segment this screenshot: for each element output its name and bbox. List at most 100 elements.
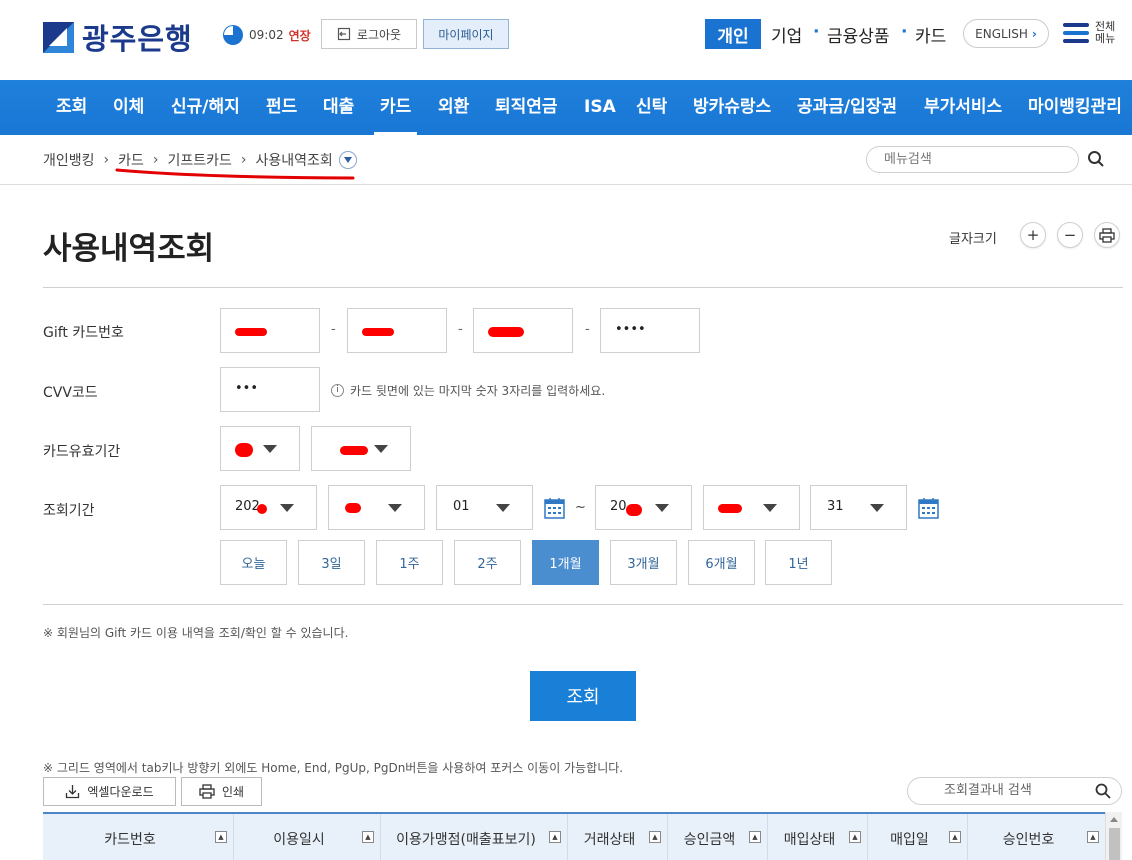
segment-personal[interactable]: 개인 (705, 19, 761, 49)
start-month-select[interactable] (328, 485, 425, 530)
gnb-item-extra-services[interactable]: 부가서비스 (924, 80, 1002, 135)
gnb-item-trust[interactable]: 신탁 (636, 80, 667, 135)
column-header-merchant[interactable]: 이용가맹점(매출표보기) ▲ (381, 814, 568, 860)
column-header-purchase-date[interactable]: 매입일 ▲ (868, 814, 968, 860)
gnb-item-bills-tickets[interactable]: 공과금/입장권 (797, 80, 897, 135)
column-header-transaction-status[interactable]: 거래상태 ▲ (568, 814, 668, 860)
all-menu-button[interactable]: 전체 메뉴 (1063, 20, 1121, 46)
result-search-input[interactable]: 조회결과내 검색 (907, 777, 1122, 805)
start-day-select[interactable]: 01 (436, 485, 533, 530)
cvv-field[interactable]: ••• (220, 367, 320, 412)
card-number-field-2[interactable] (347, 308, 447, 353)
bank-logo[interactable]: 광주은행 (43, 16, 193, 58)
end-month-select[interactable] (703, 485, 800, 530)
breadcrumb-item[interactable]: 개인뱅킹 (43, 150, 95, 170)
sort-icon[interactable]: ▲ (1087, 831, 1099, 843)
english-button[interactable]: ENGLISH › (963, 19, 1049, 48)
calendar-icon[interactable] (918, 497, 939, 519)
caret-down-icon (496, 504, 510, 512)
redaction-mark (488, 327, 524, 337)
sort-icon[interactable]: ▲ (849, 831, 861, 843)
redaction-mark (235, 328, 267, 336)
font-decrease-button[interactable]: − (1057, 222, 1083, 248)
redaction-mark (235, 443, 253, 457)
expiry-label: 카드유효기간 (43, 444, 121, 460)
expiry-month-select[interactable] (220, 426, 300, 471)
top-header: 광주은행 09:02 연장 로그아웃 마이페이지 개인 기업 · 금융상품 · … (0, 0, 1132, 80)
redaction-mark (345, 503, 361, 513)
scroll-thumb[interactable] (1109, 828, 1120, 860)
period-today-button[interactable]: 오늘 (220, 540, 287, 585)
extend-session-button[interactable]: 연장 (289, 27, 311, 44)
gnb-item-loan[interactable]: 대출 (323, 80, 354, 135)
hamburger-icon (1063, 23, 1089, 43)
chevron-down-icon (343, 157, 352, 163)
gnb-item-transfer[interactable]: 이체 (113, 80, 144, 135)
redaction-mark (626, 504, 642, 516)
period-2weeks-button[interactable]: 2주 (454, 540, 521, 585)
period-6months-button[interactable]: 6개월 (688, 540, 755, 585)
clock-icon (223, 25, 243, 45)
end-day-select[interactable]: 31 (810, 485, 907, 530)
sort-icon[interactable]: ▲ (749, 831, 761, 843)
gnb-item-bancassurance[interactable]: 방카슈랑스 (693, 80, 771, 135)
gnb-item-fund[interactable]: 펀드 (266, 80, 297, 135)
sort-icon[interactable]: ▲ (362, 831, 374, 843)
gnb-item-isa[interactable]: ISA (584, 80, 616, 135)
gnb-item-card[interactable]: 카드 (373, 80, 418, 135)
caret-down-icon (374, 445, 388, 453)
print-label: 인쇄 (221, 785, 245, 799)
logout-button[interactable]: 로그아웃 (321, 19, 417, 49)
search-submit-button[interactable]: 조회 (530, 671, 636, 721)
excel-download-button[interactable]: 엑셀다운로드 (43, 777, 176, 806)
search-icon[interactable] (1095, 783, 1111, 799)
gnb-item-open-close[interactable]: 신규/해지 (171, 80, 240, 135)
start-year-select[interactable]: 202 (220, 485, 317, 530)
printer-icon (1099, 227, 1115, 243)
period-3days-button[interactable]: 3일 (298, 540, 365, 585)
end-year-select[interactable]: 20 (595, 485, 692, 530)
column-header-purchase-status[interactable]: 매입상태 ▲ (768, 814, 868, 860)
gnb-item-forex[interactable]: 외환 (438, 80, 469, 135)
printer-icon (199, 784, 215, 799)
gnb-item-mybanking[interactable]: 마이뱅킹관리 (1028, 80, 1122, 135)
grid-scrollbar[interactable] (1105, 812, 1122, 860)
divider (0, 184, 1132, 185)
search-icon[interactable] (1087, 150, 1105, 168)
segment-card[interactable]: 카드 (915, 22, 946, 47)
sort-icon[interactable]: ▲ (549, 831, 561, 843)
font-increase-button[interactable]: + (1020, 222, 1046, 248)
card-number-field-4[interactable]: •••• (600, 308, 700, 353)
sort-icon[interactable]: ▲ (215, 831, 227, 843)
sort-icon[interactable]: ▲ (649, 831, 661, 843)
font-size-label: 글자크기 (949, 232, 997, 247)
range-tilde: ~ (575, 500, 586, 515)
segment-business[interactable]: 기업 (771, 22, 802, 47)
period-3months-button[interactable]: 3개월 (610, 540, 677, 585)
end-day-value: 31 (827, 499, 844, 514)
period-1week-button[interactable]: 1주 (376, 540, 443, 585)
card-number-field-1[interactable] (220, 308, 320, 353)
column-header-approved-amount[interactable]: 승인금액 ▲ (668, 814, 768, 860)
column-header-usage-datetime[interactable]: 이용일시 ▲ (234, 814, 381, 860)
scroll-up-icon[interactable] (1110, 817, 1118, 822)
calendar-icon[interactable] (544, 497, 565, 519)
mypage-button[interactable]: 마이페이지 (423, 19, 509, 49)
redaction-mark (718, 504, 742, 513)
caret-down-icon (870, 504, 884, 512)
menu-search-input[interactable]: 메뉴검색 (866, 146, 1079, 173)
sort-icon[interactable]: ▲ (949, 831, 961, 843)
gnb-item-inquiry[interactable]: 조회 (56, 80, 87, 135)
column-header-approval-number[interactable]: 승인번호 ▲ (968, 814, 1105, 860)
column-header-card-number[interactable]: 카드번호 ▲ (43, 814, 234, 860)
caret-down-icon (263, 445, 277, 453)
print-page-button[interactable] (1094, 222, 1120, 248)
print-button[interactable]: 인쇄 (181, 777, 262, 806)
card-number-field-3[interactable] (473, 308, 573, 353)
period-1year-button[interactable]: 1년 (765, 540, 832, 585)
segment-financial-products[interactable]: 금융상품 (827, 22, 890, 47)
expiry-year-select[interactable] (311, 426, 411, 471)
gnb-item-pension[interactable]: 퇴직연금 (495, 80, 558, 135)
caret-down-icon (655, 504, 669, 512)
period-1month-button[interactable]: 1개월 (532, 540, 599, 585)
